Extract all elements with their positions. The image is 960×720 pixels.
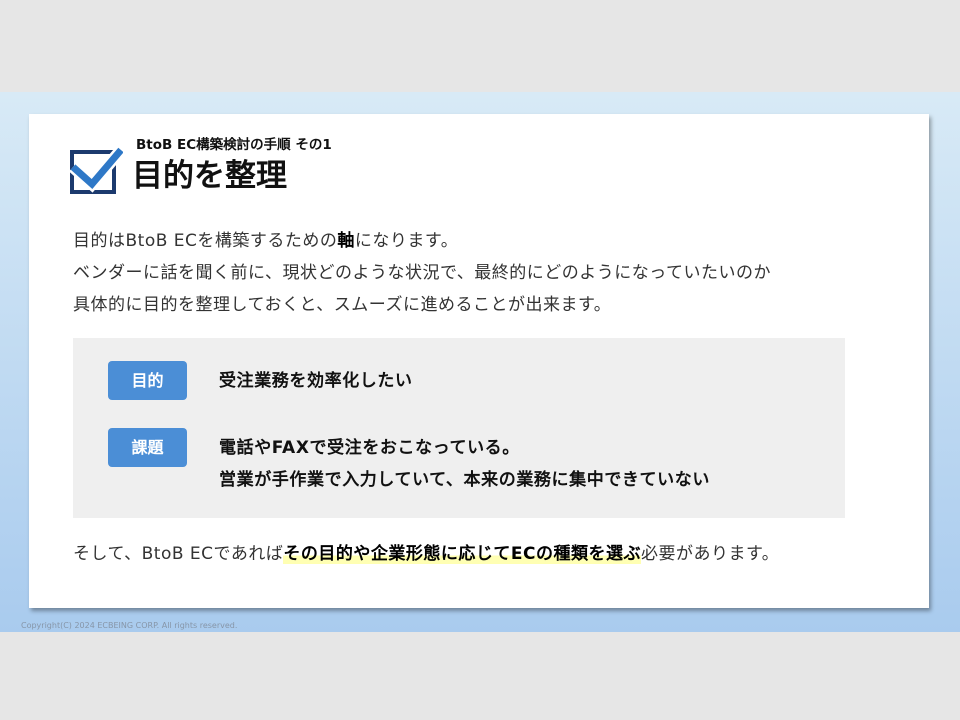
- intro-line-3: 具体的に目的を整理しておくと、スムーズに進めることが出来ます。: [73, 295, 612, 315]
- intro-paragraph: 目的はBtoB ECを構築するための軸になります。 ベンダーに話を聞く前に、現状…: [73, 225, 771, 321]
- issue-badge: 課題: [108, 428, 187, 467]
- issue-text-line-1: 電話やFAXで受注をおこなっている。: [219, 438, 520, 458]
- purpose-badge: 目的: [108, 361, 187, 400]
- issue-text-line-2: 営業が手作業で入力していて、本来の業務に集中できていない: [219, 470, 710, 490]
- issue-row: 課題 電話やFAXで受注をおこなっている。 営業が手作業で入力していて、本来の業…: [108, 428, 710, 496]
- checked-checkbox-icon: [69, 146, 123, 196]
- intro-line-1-after: になります。: [354, 231, 459, 251]
- page-title: 目的を整理: [132, 158, 287, 194]
- purpose-row: 目的 受注業務を効率化したい: [108, 361, 413, 400]
- section-subtitle: BtoB EC構築検討の手順 その1: [136, 137, 332, 153]
- conclusion-after: 必要があります。: [640, 544, 780, 564]
- conclusion-line: そして、BtoB ECであればその目的や企業形態に応じてECの種類を選ぶ必要があ…: [73, 538, 779, 570]
- intro-line-1-bold: 軸: [337, 231, 355, 251]
- purpose-issue-panel: 目的 受注業務を効率化したい 課題 電話やFAXで受注をおこなっている。 営業が…: [73, 338, 845, 518]
- intro-line-1-before: 目的はBtoB ECを構築するための: [73, 231, 338, 251]
- issue-text: 電話やFAXで受注をおこなっている。 営業が手作業で入力していて、本来の業務に集…: [219, 432, 710, 496]
- intro-line-1: 目的はBtoB ECを構築するための軸になります。: [73, 225, 771, 257]
- copyright-footer: Copyright(C) 2024 ECBEING CORP. All righ…: [21, 621, 238, 630]
- conclusion-highlight: その目的や企業形態に応じてECの種類を選ぶ: [283, 544, 641, 564]
- purpose-text: 受注業務を効率化したい: [219, 365, 413, 397]
- intro-line-2: ベンダーに話を聞く前に、現状どのような状況で、最終的にどのようになっていたいのか: [73, 263, 771, 283]
- purpose-text-line: 受注業務を効率化したい: [219, 371, 413, 391]
- slide: BtoB EC構築検討の手順 その1 目的を整理 目的はBtoB ECを構築する…: [0, 92, 960, 632]
- conclusion-before: そして、BtoB ECであれば: [73, 544, 284, 564]
- content-card: BtoB EC構築検討の手順 その1 目的を整理 目的はBtoB ECを構築する…: [29, 114, 929, 608]
